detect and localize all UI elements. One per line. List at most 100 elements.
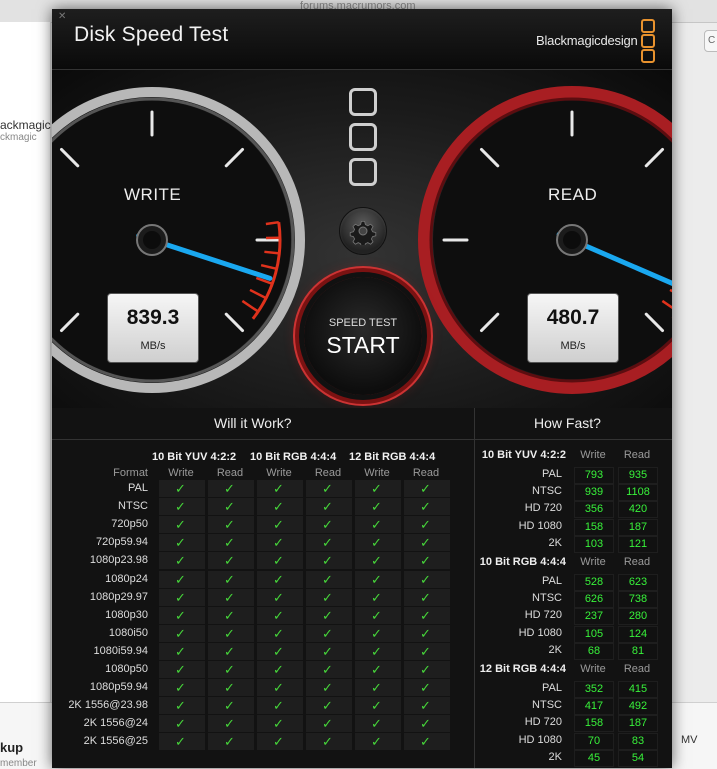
how-fast-write-value: 237: [574, 608, 614, 625]
compatibility-cell: ✓: [257, 733, 303, 750]
checkmark-icon: ✓: [420, 499, 431, 514]
checkmark-icon: ✓: [224, 553, 235, 568]
checkmark-icon: ✓: [273, 698, 284, 713]
will-it-work-group-header: 10 Bit YUV 4:2:2: [152, 451, 236, 463]
checkmark-icon: ✓: [224, 626, 235, 641]
checkmark-icon: ✓: [322, 680, 333, 695]
compatibility-cell: ✓: [306, 733, 352, 750]
compatibility-cell: ✓: [355, 516, 401, 533]
how-fast-format-label: HD 720: [474, 716, 562, 728]
how-fast-write-value: 352: [574, 681, 614, 698]
how-fast-write-value: 70: [574, 733, 614, 750]
app-title: Disk Speed Test: [74, 23, 228, 47]
close-icon[interactable]: ✕: [58, 12, 68, 22]
compatibility-cell: ✓: [306, 643, 352, 660]
how-fast-group-header: 10 Bit YUV 4:2:2: [466, 449, 566, 461]
how-fast-read-value: 81: [618, 643, 658, 660]
will-it-work-row: 1080i59.94✓✓✓✓✓✓: [57, 643, 447, 660]
checkmark-icon: ✓: [371, 716, 382, 731]
will-it-work-row: 2K 1556@24✓✓✓✓✓✓: [57, 715, 447, 732]
read-speed-unit: MB/s: [528, 340, 618, 352]
how-fast-format-label: HD 1080: [474, 734, 562, 746]
how-fast-write-value: 793: [574, 467, 614, 484]
background-left-text: ackmagic: [0, 118, 51, 132]
compatibility-cell: ✓: [404, 589, 450, 606]
format-label: 1080p23.98: [57, 554, 148, 566]
title-bar[interactable]: ✕ Disk Speed Test Blackmagicdesign: [52, 9, 672, 70]
how-fast-format-label: NTSC: [474, 485, 562, 497]
checkmark-icon: ✓: [175, 662, 186, 677]
background-left-subtext: ckmagic: [0, 132, 37, 143]
how-fast-read-value: 83: [618, 733, 658, 750]
checkmark-icon: ✓: [273, 680, 284, 695]
checkmark-icon: ✓: [322, 553, 333, 568]
compatibility-cell: ✓: [257, 552, 303, 569]
checkmark-icon: ✓: [420, 644, 431, 659]
compatibility-cell: ✓: [355, 534, 401, 551]
checkmark-icon: ✓: [273, 553, 284, 568]
checkmark-icon: ✓: [175, 698, 186, 713]
how-fast-title: How Fast?: [534, 415, 601, 431]
compatibility-cell: ✓: [306, 498, 352, 515]
checkmark-icon: ✓: [371, 535, 382, 550]
format-label: 1080i50: [57, 627, 148, 639]
checkmark-icon: ✓: [420, 572, 431, 587]
format-label: 1080p59.94: [57, 681, 148, 693]
compatibility-cell: ✓: [208, 498, 254, 515]
how-fast-format-label: PAL: [474, 575, 562, 587]
start-button-label: START: [304, 332, 422, 359]
compatibility-cell: ✓: [257, 679, 303, 696]
how-fast-format-label: HD 1080: [474, 520, 562, 532]
speed-test-start-button[interactable]: SPEED TEST START: [304, 277, 422, 395]
how-fast-write-value: 158: [574, 519, 614, 536]
checkmark-icon: ✓: [273, 644, 284, 659]
checkmark-icon: ✓: [371, 517, 382, 532]
checkmark-icon: ✓: [224, 716, 235, 731]
how-fast-read-value: 121: [618, 536, 658, 553]
format-label: 720p50: [57, 518, 148, 530]
will-it-work-row: 1080p30✓✓✓✓✓✓: [57, 607, 447, 624]
compatibility-cell: ✓: [404, 498, 450, 515]
how-fast-write-value: 356: [574, 501, 614, 518]
checkmark-icon: ✓: [273, 716, 284, 731]
checkmark-icon: ✓: [322, 481, 333, 496]
checkmark-icon: ✓: [273, 499, 284, 514]
will-it-work-row: 2K 1556@25✓✓✓✓✓✓: [57, 733, 447, 750]
how-fast-format-label: HD 1080: [474, 627, 562, 639]
checkmark-icon: ✓: [175, 608, 186, 623]
compatibility-cell: ✓: [404, 697, 450, 714]
compatibility-cell: ✓: [404, 733, 450, 750]
settings-gear-button[interactable]: [339, 207, 387, 255]
will-it-work-row: 1080p24✓✓✓✓✓✓: [57, 571, 447, 588]
checkmark-icon: ✓: [322, 590, 333, 605]
checkmark-icon: ✓: [224, 662, 235, 677]
checkmark-icon: ✓: [371, 590, 382, 605]
checkmark-icon: ✓: [420, 734, 431, 749]
compatibility-cell: ✓: [306, 480, 352, 497]
will-it-work-row: 2K 1556@23.98✓✓✓✓✓✓: [57, 697, 447, 714]
compatibility-cell: ✓: [257, 661, 303, 678]
checkmark-icon: ✓: [420, 626, 431, 641]
compatibility-cell: ✓: [355, 552, 401, 569]
compatibility-cell: ✓: [208, 643, 254, 660]
read-gauge-label: READ: [548, 185, 597, 205]
how-fast-write-value: 68: [574, 643, 614, 660]
checkmark-icon: ✓: [273, 608, 284, 623]
checkmark-icon: ✓: [175, 680, 186, 695]
background-bottom-right-text: MV: [681, 734, 698, 746]
will-it-work-row: 1080i50✓✓✓✓✓✓: [57, 625, 447, 642]
compatibility-cell: ✓: [159, 625, 205, 642]
compatibility-cell: ✓: [208, 516, 254, 533]
checkmark-icon: ✓: [273, 626, 284, 641]
compatibility-cell: ✓: [306, 607, 352, 624]
compatibility-cell: ✓: [257, 534, 303, 551]
compatibility-cell: ✓: [355, 697, 401, 714]
compatibility-cell: ✓: [306, 589, 352, 606]
will-it-work-row: 1080p59.94✓✓✓✓✓✓: [57, 679, 447, 696]
checkmark-icon: ✓: [175, 572, 186, 587]
checkmark-icon: ✓: [371, 481, 382, 496]
checkmark-icon: ✓: [322, 662, 333, 677]
background-right-button[interactable]: C: [704, 30, 717, 52]
checkmark-icon: ✓: [420, 553, 431, 568]
checkmark-icon: ✓: [273, 734, 284, 749]
